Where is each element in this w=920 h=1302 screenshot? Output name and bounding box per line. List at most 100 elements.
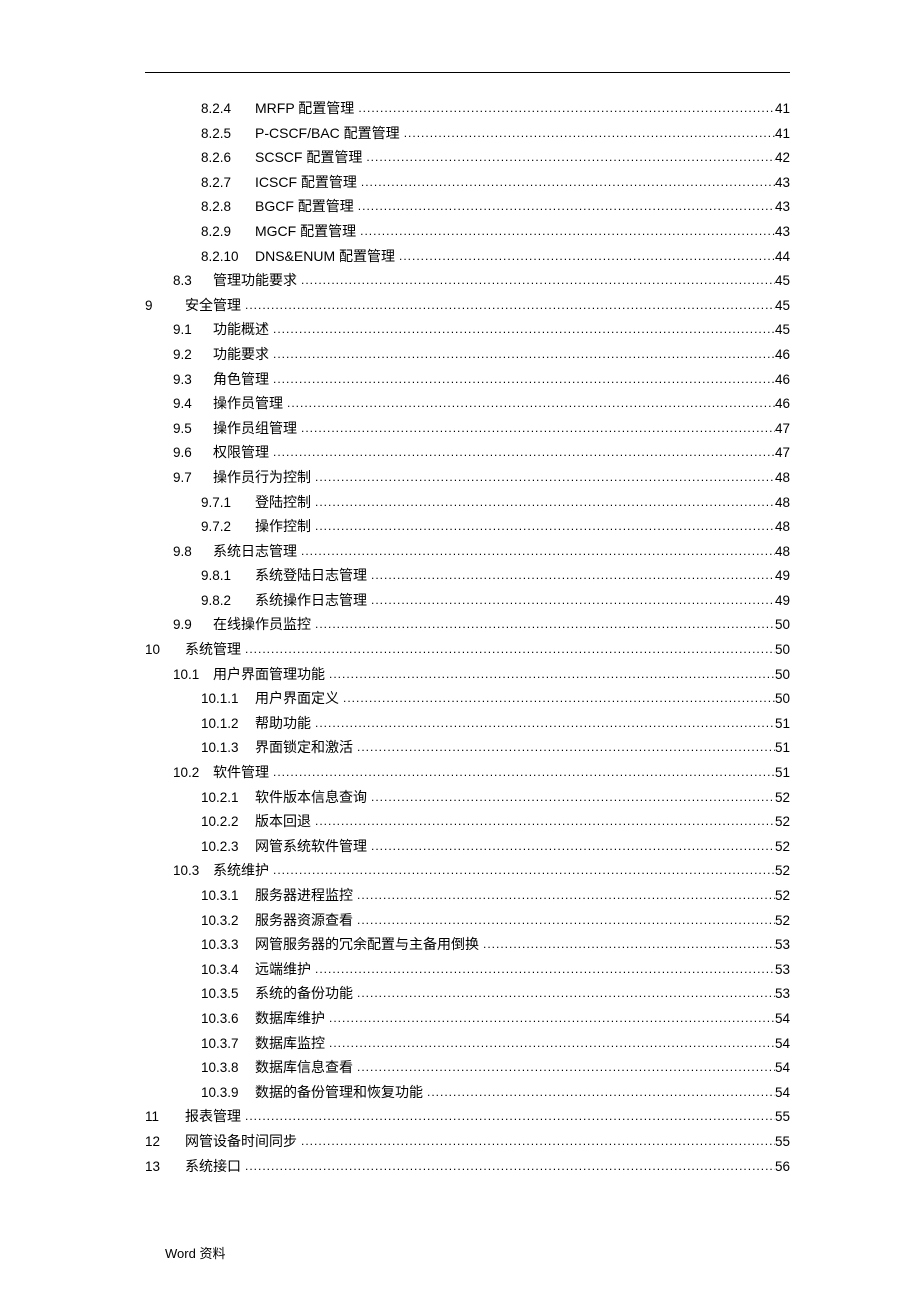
toc-num: 10.1.1 [201, 688, 255, 710]
toc-entry[interactable]: 13系统接口 56 [145, 1155, 790, 1178]
toc-entry[interactable]: 10.1.1用户界面定义50 [145, 687, 790, 710]
toc-leader-dots [358, 99, 775, 118]
toc-entry[interactable]: 9.3角色管理46 [145, 368, 790, 391]
toc-entry[interactable]: 11报表管理 55 [145, 1105, 790, 1128]
toc-entry[interactable]: 9.6权限管理47 [145, 441, 790, 464]
toc-entry[interactable]: 9.8系统日志管理48 [145, 540, 790, 563]
toc-num: 10.3.6 [201, 1008, 255, 1030]
toc-title: 操作控制 [255, 515, 315, 537]
toc-num: 10.3.2 [201, 910, 255, 932]
toc-entry[interactable]: 9.5操作员组管理47 [145, 417, 790, 440]
toc-entry[interactable]: 10.3.8数据库信息查看 54 [145, 1056, 790, 1079]
toc-entry[interactable]: 12网管设备时间同步 55 [145, 1130, 790, 1153]
toc-entry[interactable]: 9.8.1系统登陆日志管理49 [145, 564, 790, 587]
toc-entry[interactable]: 10.1.2帮助功能 51 [145, 712, 790, 735]
toc-page: 48 [775, 541, 790, 563]
toc-title: 系统管理 [185, 638, 245, 660]
toc-title: 报表管理 [185, 1105, 245, 1127]
toc-entry[interactable]: 8.2.10DNS&ENUM 配置管理 44 [145, 245, 790, 268]
toc-num: 10.3.7 [201, 1033, 255, 1055]
toc-page: 48 [775, 516, 790, 538]
toc-title: 管理功能要求 [213, 269, 301, 291]
toc-num: 9.1 [173, 319, 213, 341]
toc-leader-dots [427, 1083, 775, 1102]
toc-leader-dots [245, 1157, 775, 1176]
toc-title: 操作员组管理 [213, 417, 301, 439]
toc-title: MRFP 配置管理 [255, 97, 358, 119]
toc-leader-dots [371, 591, 775, 610]
toc-entry[interactable]: 8.2.9MGCF 配置管理43 [145, 220, 790, 243]
toc-leader-dots [301, 419, 775, 438]
toc-entry[interactable]: 10.3.1服务器进程监控 52 [145, 884, 790, 907]
toc-title: 操作员行为控制 [213, 466, 315, 488]
toc-page: 41 [775, 123, 790, 145]
toc-num: 10.3.1 [201, 885, 255, 907]
toc-page: 53 [775, 983, 790, 1005]
toc-num: 9.7 [173, 467, 213, 489]
toc-title: 登陆控制 [255, 491, 315, 513]
toc-entry[interactable]: 8.2.4MRFP 配置管理41 [145, 97, 790, 120]
toc-title: 网管系统软件管理 [255, 835, 371, 857]
toc-page: 46 [775, 369, 790, 391]
toc-entry[interactable]: 9.7操作员行为控制 48 [145, 466, 790, 489]
toc-entry[interactable]: 10系统管理 50 [145, 638, 790, 661]
toc-title: 用户界面定义 [255, 687, 343, 709]
toc-entry[interactable]: 10.3.4远端维护 53 [145, 958, 790, 981]
toc-entry[interactable]: 8.3管理功能要求45 [145, 269, 790, 292]
toc-entry[interactable]: 9.8.2系统操作日志管理49 [145, 589, 790, 612]
toc-title: 在线操作员监控 [213, 613, 315, 635]
toc-page: 45 [775, 295, 790, 317]
toc-leader-dots [273, 320, 775, 339]
toc-entry[interactable]: 10.2.1软件版本信息查询52 [145, 786, 790, 809]
toc-leader-dots [371, 566, 775, 585]
toc-page: 43 [775, 172, 790, 194]
toc-entry[interactable]: 8.2.7ICSCF 配置管理43 [145, 171, 790, 194]
toc-entry[interactable]: 10.3.3网管服务器的冗余配置与主备用倒换 53 [145, 933, 790, 956]
toc-leader-dots [357, 984, 775, 1003]
toc-entry[interactable]: 10.3.2服务器资源查看 52 [145, 909, 790, 932]
toc-entry[interactable]: 9.7.2操作控制 48 [145, 515, 790, 538]
toc-page: 54 [775, 1008, 790, 1030]
toc-num: 13 [145, 1156, 185, 1178]
toc-page: 56 [775, 1156, 790, 1178]
toc-page: 52 [775, 910, 790, 932]
toc-entry[interactable]: 9.4操作员管理 46 [145, 392, 790, 415]
toc-title: 服务器资源查看 [255, 909, 357, 931]
toc-page: 51 [775, 762, 790, 784]
toc-title: 界面锁定和激活 [255, 736, 357, 758]
toc-page: 52 [775, 860, 790, 882]
toc-title: 网管服务器的冗余配置与主备用倒换 [255, 933, 483, 955]
toc-entry[interactable]: 10.2.2版本回退 52 [145, 810, 790, 833]
toc-leader-dots [315, 615, 775, 634]
toc-entry[interactable]: 10.3.6数据库维护54 [145, 1007, 790, 1030]
toc-entry[interactable]: 10.1.3界面锁定和激活 51 [145, 736, 790, 759]
toc-entry[interactable]: 9安全管理45 [145, 294, 790, 317]
toc-entry[interactable]: 10.3.7数据库监控54 [145, 1032, 790, 1055]
toc-num: 9.6 [173, 442, 213, 464]
toc-num: 8.3 [173, 270, 213, 292]
toc-entry[interactable]: 8.2.6SCSCF 配置管理 42 [145, 146, 790, 169]
toc-entry[interactable]: 10.2软件管理 51 [145, 761, 790, 784]
toc-entry[interactable]: 10.3.5系统的备份功能 53 [145, 982, 790, 1005]
toc-entry[interactable]: 10.1用户界面管理功能50 [145, 663, 790, 686]
toc-leader-dots [301, 271, 775, 290]
toc-title: 网管设备时间同步 [185, 1130, 301, 1152]
toc-num: 9.7.2 [201, 516, 255, 538]
toc-entry[interactable]: 9.2功能要求46 [145, 343, 790, 366]
toc-entry[interactable]: 10.2.3网管系统软件管理52 [145, 835, 790, 858]
toc-page: 48 [775, 467, 790, 489]
toc-entry[interactable]: 8.2.8BGCF 配置管理 43 [145, 195, 790, 218]
toc-page: 47 [775, 418, 790, 440]
toc-entry[interactable]: 10.3.9数据的备份管理和恢复功能54 [145, 1081, 790, 1104]
toc-entry[interactable]: 8.2.5P-CSCF/BAC 配置管理41 [145, 122, 790, 145]
toc-entry[interactable]: 9.9在线操作员监控 50 [145, 613, 790, 636]
toc-entry[interactable]: 9.7.1登陆控制 48 [145, 491, 790, 514]
toc-entry[interactable]: 9.1功能概述45 [145, 318, 790, 341]
toc-leader-dots [483, 935, 775, 954]
toc-num: 10.3 [173, 860, 213, 882]
toc-num: 9.2 [173, 344, 213, 366]
toc-page: 54 [775, 1082, 790, 1104]
toc-leader-dots [343, 689, 775, 708]
toc-entry[interactable]: 10.3系统维护 52 [145, 859, 790, 882]
toc-page: 52 [775, 787, 790, 809]
